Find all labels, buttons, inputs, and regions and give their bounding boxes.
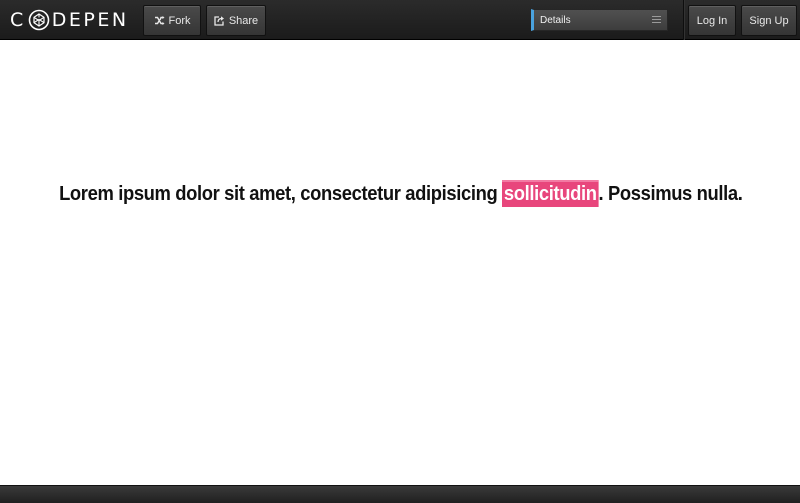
codepen-logo[interactable]: C DEPEN	[10, 8, 129, 32]
share-icon	[214, 15, 225, 26]
details-toggle[interactable]: Details	[531, 9, 668, 31]
fork-label: Fork	[168, 14, 191, 27]
demo-heading: Lorem ipsum dolor sit amet, consectetur …	[33, 180, 769, 207]
fork-button[interactable]: Fork	[143, 5, 201, 36]
menu-icon	[652, 16, 661, 24]
codepen-logo-icon	[28, 9, 50, 31]
details-label: Details	[540, 14, 571, 26]
signup-label: Sign Up	[749, 14, 789, 27]
demo-text-start: Lorem ipsum dolor sit amet, consectetur …	[59, 183, 503, 205]
login-label: Log In	[696, 14, 728, 27]
share-label: Share	[228, 14, 259, 27]
signup-button[interactable]: Sign Up	[741, 5, 797, 36]
top-toolbar: C DEPEN Fork Share Details Log In Sign U…	[0, 0, 800, 40]
header-divider	[683, 0, 684, 40]
fork-icon	[154, 15, 165, 26]
logo-text-start: C	[10, 9, 26, 31]
bottom-bar	[0, 485, 800, 503]
share-button[interactable]: Share	[206, 5, 266, 36]
preview-pane: Lorem ipsum dolor sit amet, consectetur …	[0, 41, 800, 485]
demo-text-end: . Possimus nulla.	[598, 183, 743, 205]
logo-text-end: DEPEN	[51, 9, 129, 31]
login-button[interactable]: Log In	[688, 5, 736, 36]
highlighted-word: sollicitudin	[502, 180, 599, 207]
